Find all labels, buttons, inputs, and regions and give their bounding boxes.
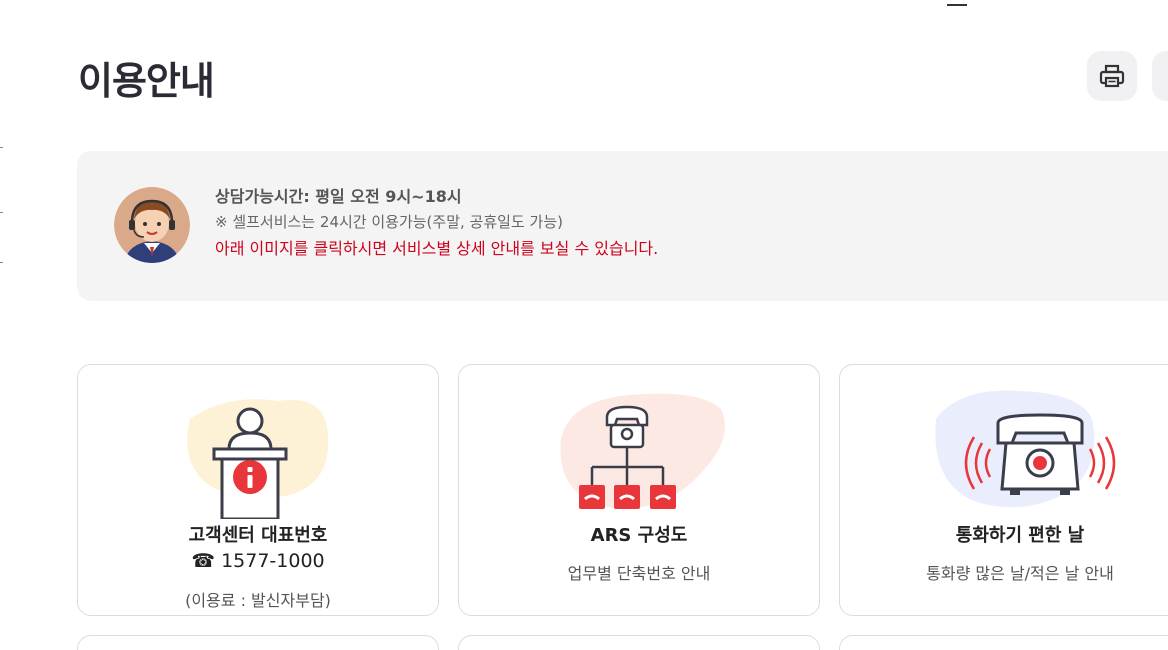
card-phone-number: ☎ 1577-1000 xyxy=(191,550,325,572)
card-title: ARS 구성도 xyxy=(590,525,688,546)
card-customer-center[interactable]: 고객센터 대표번호 ☎ 1577-1000 (이용료 : 발신자부담) xyxy=(77,364,439,616)
self-service-text: ※ 셀프서비스는 24시간 이용가능(주말, 공휴일도 가능) xyxy=(215,213,563,231)
printer-icon xyxy=(1099,64,1125,88)
left-edge-mark xyxy=(0,147,3,148)
click-notice-text: 아래 이미지를 클릭하시면 서비스별 상세 안내를 보실 수 있습니다. xyxy=(215,239,659,258)
ars-tree-icon xyxy=(560,393,725,509)
consult-hours-text: 상담가능시간: 평일 오전 9시~18시 xyxy=(215,187,462,206)
ringing-phone-icon xyxy=(935,390,1116,508)
card-title: 통화하기 편한 날 xyxy=(955,525,1085,546)
card-next-row[interactable] xyxy=(839,635,1168,650)
card-ars-structure[interactable]: ARS 구성도 업무별 단축번호 안내 xyxy=(458,364,820,616)
card-next-row[interactable] xyxy=(77,635,439,650)
card-best-call-days[interactable]: 통화하기 편한 날 통화량 많은 날/적은 날 안내 xyxy=(839,364,1168,616)
consult-info-box: 상담가능시간: 평일 오전 9시~18시 ※ 셀프서비스는 24시간 이용가능(… xyxy=(77,151,1168,301)
card-next-row[interactable] xyxy=(458,635,820,650)
card-subtitle: 업무별 단축번호 안내 xyxy=(567,564,711,583)
card-subtitle: (이용료 : 발신자부담) xyxy=(185,591,331,610)
left-edge-mark xyxy=(0,212,3,213)
agent-avatar xyxy=(114,187,190,263)
left-edge-mark xyxy=(0,262,3,263)
share-icon xyxy=(1163,62,1168,90)
info-desk-icon xyxy=(187,399,329,519)
page-title: 이용안내 xyxy=(78,59,215,103)
print-button[interactable] xyxy=(1087,51,1137,101)
header-underline-mark xyxy=(947,0,967,6)
card-subtitle: 통화량 많은 날/적은 날 안내 xyxy=(926,564,1114,583)
card-title: 고객센터 대표번호 xyxy=(188,525,328,546)
share-button[interactable] xyxy=(1152,51,1168,101)
